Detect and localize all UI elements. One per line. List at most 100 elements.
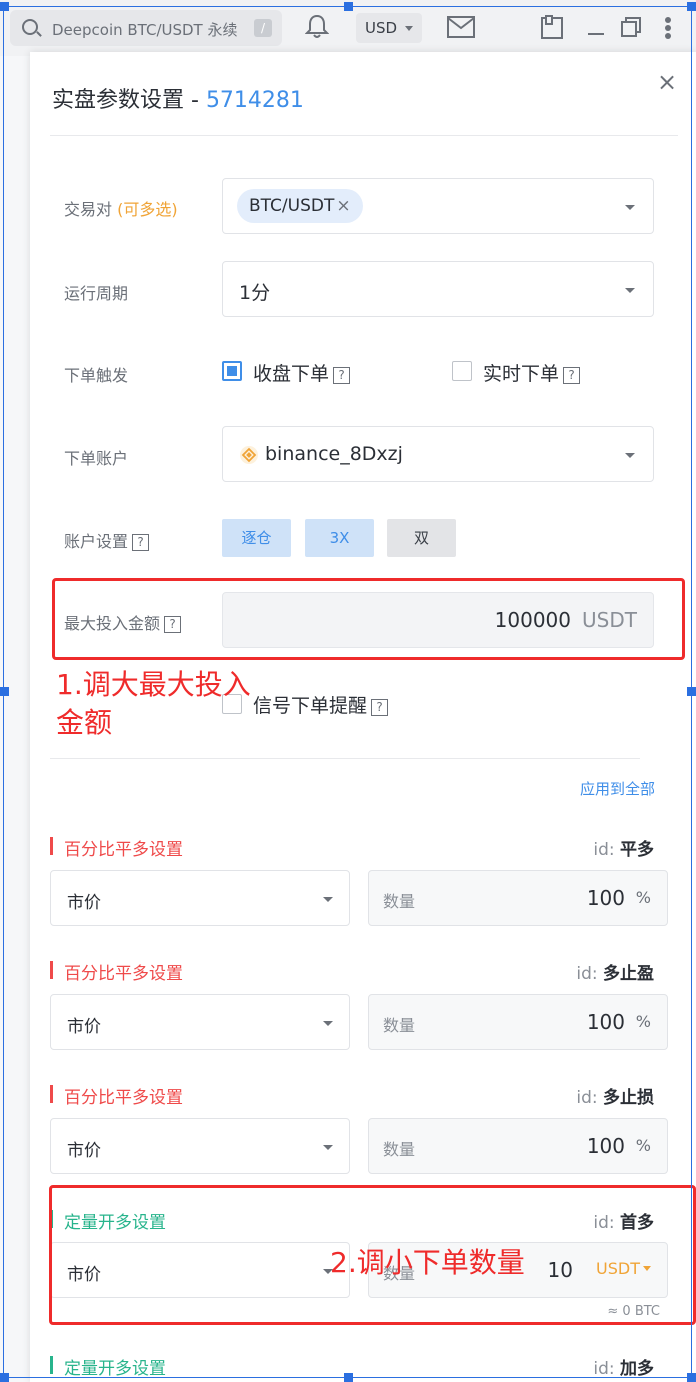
bell-icon[interactable] bbox=[305, 14, 329, 40]
restore-icon[interactable] bbox=[621, 17, 641, 37]
help-icon[interactable]: ? bbox=[132, 534, 150, 551]
window-controls bbox=[541, 15, 671, 39]
pair-tag: BTC/USDT × bbox=[237, 189, 363, 223]
isolated-margin-button[interactable]: 逐仓 bbox=[222, 519, 291, 557]
apply-all-link[interactable]: 应用到全部 bbox=[580, 778, 655, 799]
section-title: 百分比平多设置 bbox=[50, 1083, 183, 1108]
annotation-box-1 bbox=[52, 578, 685, 660]
section-title: 百分比平多设置 bbox=[50, 959, 183, 984]
account-value: binance_8Dxzj bbox=[265, 443, 403, 465]
quantity-unit: % bbox=[635, 888, 651, 907]
resize-handle[interactable] bbox=[687, 2, 696, 11]
order-type-value: 市价 bbox=[67, 893, 101, 913]
quantity-value: 100 bbox=[586, 1010, 625, 1034]
chevron-down-icon bbox=[625, 453, 635, 458]
order-type-select[interactable]: 市价 bbox=[50, 994, 350, 1050]
annotation-text-2: 2.调小下单数量 bbox=[330, 1246, 525, 1279]
annotation-text-1: 1.调大最大投入 金额 bbox=[56, 666, 251, 742]
period-label: 运行周期 bbox=[64, 284, 129, 303]
quantity-placeholder: 数量 bbox=[383, 1016, 416, 1035]
close-order-label: 收盘下单 bbox=[253, 363, 330, 385]
strategy-id: 5714281 bbox=[205, 88, 304, 113]
realtime-order-checkbox[interactable] bbox=[452, 361, 472, 381]
order-type-value: 市价 bbox=[67, 1017, 101, 1037]
trigger-label: 下单触发 bbox=[64, 366, 129, 385]
quantity-input[interactable]: 数量 100 % bbox=[368, 870, 668, 926]
section-id-label: id: bbox=[576, 964, 598, 984]
quantity-value: 100 bbox=[586, 1134, 625, 1158]
section-id-label: id: bbox=[593, 840, 615, 860]
mail-icon[interactable] bbox=[447, 16, 475, 38]
order-type-select[interactable]: 市价 bbox=[50, 1118, 350, 1174]
resize-handle[interactable] bbox=[0, 2, 9, 11]
more-icon[interactable] bbox=[665, 17, 671, 39]
close-order-checkbox[interactable] bbox=[222, 361, 242, 381]
section-id: id: 多止损 bbox=[576, 1083, 654, 1108]
section-id: id: 加多 bbox=[593, 1354, 654, 1379]
quantity-placeholder: 数量 bbox=[383, 892, 416, 911]
close-button[interactable]: × bbox=[655, 70, 679, 94]
period-value: 1分 bbox=[239, 282, 271, 304]
section-id-value: 多止盈 bbox=[603, 964, 654, 984]
resize-handle[interactable] bbox=[687, 687, 696, 696]
resize-handle[interactable] bbox=[687, 1373, 696, 1382]
pair-label-text: 交易对 bbox=[64, 200, 118, 219]
help-icon[interactable]: ? bbox=[371, 699, 389, 716]
quantity-placeholder: 数量 bbox=[383, 1140, 416, 1159]
section-id-value: 加多 bbox=[620, 1359, 654, 1379]
resize-handle[interactable] bbox=[344, 1373, 353, 1382]
period-select[interactable]: 1分 bbox=[222, 261, 654, 317]
currency-select[interactable]: USD bbox=[356, 13, 422, 43]
search-input[interactable]: Deepcoin BTC/USDT 永续 / bbox=[10, 10, 282, 46]
quantity-input[interactable]: 数量 100 % bbox=[368, 994, 668, 1050]
pair-hint: (可多选) bbox=[117, 200, 178, 219]
account-settings-label: 账户设置? bbox=[64, 528, 150, 552]
section-id-value: 多止损 bbox=[603, 1088, 654, 1108]
chevron-down-icon bbox=[323, 897, 333, 902]
close-order-option: 收盘下单? bbox=[253, 359, 351, 386]
quantity-unit: % bbox=[635, 1136, 651, 1155]
resize-handle[interactable] bbox=[0, 687, 9, 696]
realtime-order-label: 实时下单 bbox=[483, 363, 560, 385]
leverage-button[interactable]: 3X bbox=[305, 519, 374, 557]
section-title: 百分比平多设置 bbox=[50, 835, 183, 860]
section-id-label: id: bbox=[593, 1359, 615, 1379]
search-icon bbox=[22, 19, 38, 35]
section-id-value: 平多 bbox=[620, 840, 654, 860]
binance-icon bbox=[240, 446, 258, 464]
account-settings-text: 账户设置 bbox=[64, 532, 129, 551]
realtime-order-option: 实时下单? bbox=[483, 359, 581, 386]
pair-label: 交易对 (可多选) bbox=[64, 196, 178, 220]
help-icon[interactable]: ? bbox=[563, 367, 581, 384]
section-id: id: 平多 bbox=[593, 835, 654, 860]
chevron-down-icon bbox=[323, 1145, 333, 1150]
title-divider bbox=[50, 135, 678, 136]
account-select[interactable]: binance_8Dxzj bbox=[222, 426, 654, 482]
pair-tag-label: BTC/USDT bbox=[249, 196, 335, 216]
signal-alert-label: 信号下单提醒 bbox=[253, 695, 368, 717]
signal-alert-option: 信号下单提醒? bbox=[253, 691, 389, 718]
tag-remove-icon[interactable]: × bbox=[336, 196, 350, 216]
order-type-value: 市价 bbox=[67, 1141, 101, 1161]
dialog-title-text: 实盘参数设置 - bbox=[52, 88, 206, 113]
annotation-text-1-line1: 1.调大最大投入 bbox=[56, 668, 251, 701]
order-type-select[interactable]: 市价 bbox=[50, 870, 350, 926]
quantity-input[interactable]: 数量 100 % bbox=[368, 1118, 668, 1174]
annotation-text-1-line2: 金额 bbox=[56, 706, 113, 739]
dialog-title: 实盘参数设置 - 5714281 bbox=[52, 82, 304, 114]
chevron-down-icon bbox=[625, 288, 635, 293]
account-label: 下单账户 bbox=[64, 449, 129, 468]
section-divider bbox=[50, 758, 640, 759]
search-text: Deepcoin BTC/USDT 永续 bbox=[52, 21, 238, 39]
resize-handle[interactable] bbox=[0, 1373, 9, 1382]
position-mode-button[interactable]: 双 bbox=[387, 519, 456, 557]
section-id: id: 多止盈 bbox=[576, 959, 654, 984]
chevron-down-icon bbox=[323, 1021, 333, 1026]
quantity-unit: % bbox=[635, 1012, 651, 1031]
resize-handle[interactable] bbox=[344, 2, 353, 11]
help-icon[interactable]: ? bbox=[333, 367, 351, 384]
chevron-down-icon bbox=[625, 205, 635, 210]
layout-icon[interactable] bbox=[541, 15, 563, 39]
live-settings-dialog: 实盘参数设置 - 5714281 × 交易对 (可多选) BTC/USDT × 运… bbox=[30, 52, 696, 1382]
pair-select[interactable]: BTC/USDT × bbox=[222, 178, 654, 234]
